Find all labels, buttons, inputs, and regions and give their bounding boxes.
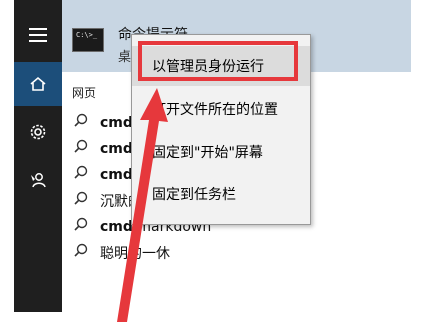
arrow-annotation — [117, 88, 168, 322]
right-margin — [411, 0, 425, 322]
